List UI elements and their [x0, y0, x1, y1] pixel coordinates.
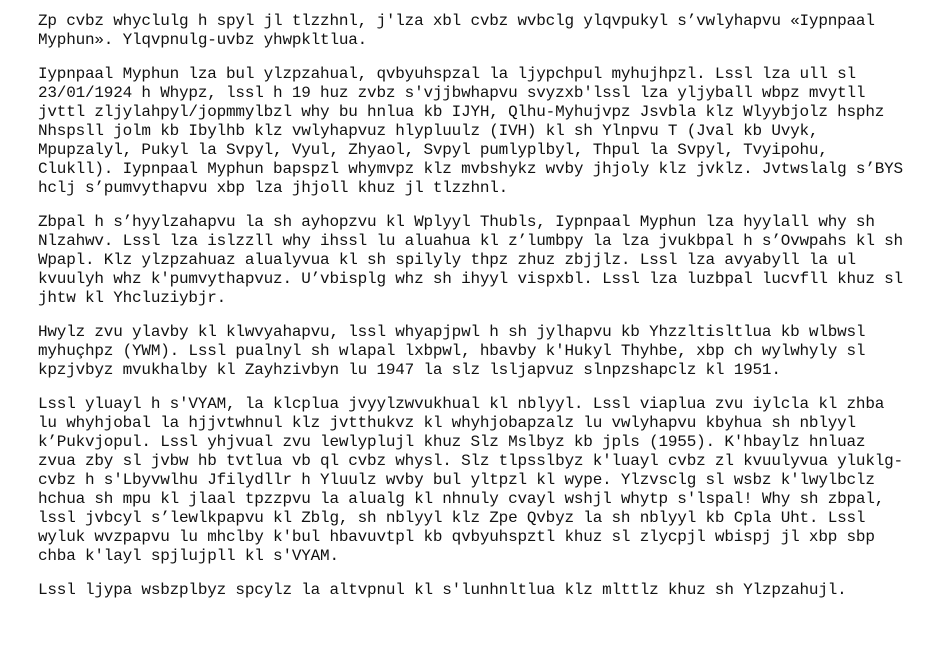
- text-line: Iypnpaal Myphun lza bul ylzpzahual, qvby…: [38, 65, 856, 83]
- text-line: Zbpal h s’hyylzahapvu la sh ayhopzvu kl …: [38, 213, 875, 231]
- text-line: Wpapl. Klz ylzpzahuaz alualyvua kl sh sp…: [38, 251, 856, 269]
- text-line: Nlzahwv. Lssl lza islzzll why ihssl lu a…: [38, 232, 903, 250]
- text-line: Zp cvbz whyclulg h spyl jl tlzzhnl, j'lz…: [38, 12, 875, 30]
- text-line: jhtw kl Yhcluziybjr.: [38, 289, 227, 307]
- text-line: Lssl ljypa wsbzplbyz spcylz la altvpnul …: [38, 581, 847, 599]
- paragraph-6: Lssl ljypa wsbzplbyz spcylz la altvpnul …: [38, 581, 928, 600]
- paragraph-2: Iypnpaal Myphun lza bul ylzpzahual, qvby…: [38, 65, 928, 198]
- text-line: kvuulyh whz k'pumvythapvuz. U’vbisplg wh…: [38, 270, 903, 288]
- text-line: hclj s’pumvythapvu xbp lza jhjoll khuz j…: [38, 179, 509, 197]
- paragraph-1: Zp cvbz whyclulg h spyl jl tlzzhnl, j'lz…: [38, 12, 928, 50]
- text-line: k’Pukvjopul. Lssl yhjvual zvu lewlyplujl…: [38, 433, 866, 451]
- paragraph-3: Zbpal h s’hyylzahapvu la sh ayhopzvu kl …: [38, 213, 928, 308]
- text-line: Mpupzalyl, Pukyl la Svpyl, Vyul, Zhyaol,…: [38, 141, 828, 159]
- text-line: myhuçhpz (YWM). Lssl pualnyl sh wlapal l…: [38, 342, 866, 360]
- text-line: Lssl yluayl h s'VYAM, la klcplua jvyylzw…: [38, 395, 885, 413]
- document-body: Zp cvbz whyclulg h spyl jl tlzzhnl, j'lz…: [38, 12, 928, 615]
- text-line: chba k'layl spjlujpll kl s'VYAM.: [38, 547, 339, 565]
- text-line: 23/01/1924 h Whypz, lssl h 19 huz zvbz s…: [38, 84, 866, 102]
- text-line: Clukll). Iypnpaal Myphun bapspzl whymvpz…: [38, 160, 903, 178]
- text-line: Nhspsll jolm kb Ibylhb klz vwlyhapvuz hl…: [38, 122, 819, 140]
- text-line: wyluk wvzpapvu lu mhclby k'bul hbavuvtpl…: [38, 528, 875, 546]
- paragraph-4: Hwylz zvu ylavby kl klwvyahapvu, lssl wh…: [38, 323, 928, 380]
- text-line: zvua zby sl jvbw hb tvtlua vb ql cvbz wh…: [38, 452, 903, 470]
- text-line: Myphun». Ylqvpnulg-uvbz yhwpkltlua.: [38, 31, 368, 49]
- text-line: lu whyhjobal la hjjvtwhnul klz jvtthukvz…: [38, 414, 856, 432]
- paragraph-5: Lssl yluayl h s'VYAM, la klcplua jvyylzw…: [38, 395, 928, 566]
- text-line: kpzjvbyz mvukhalby kl Zayhzivbyn lu 1947…: [38, 361, 781, 379]
- text-line: hchua sh mpu kl jlaal tpzzpvu la alualg …: [38, 490, 885, 508]
- text-line: Hwylz zvu ylavby kl klwvyahapvu, lssl wh…: [38, 323, 866, 341]
- text-line: jvttl zljylahpyl/jopmmylbzl why bu hnlua…: [38, 103, 885, 121]
- text-line: cvbz h s'Lbyvwlhu Jfilydllr h Yluulz wvb…: [38, 471, 875, 489]
- text-line: lssl jvbcyl s’lewlkpapvu kl Zblg, sh nbl…: [38, 509, 866, 527]
